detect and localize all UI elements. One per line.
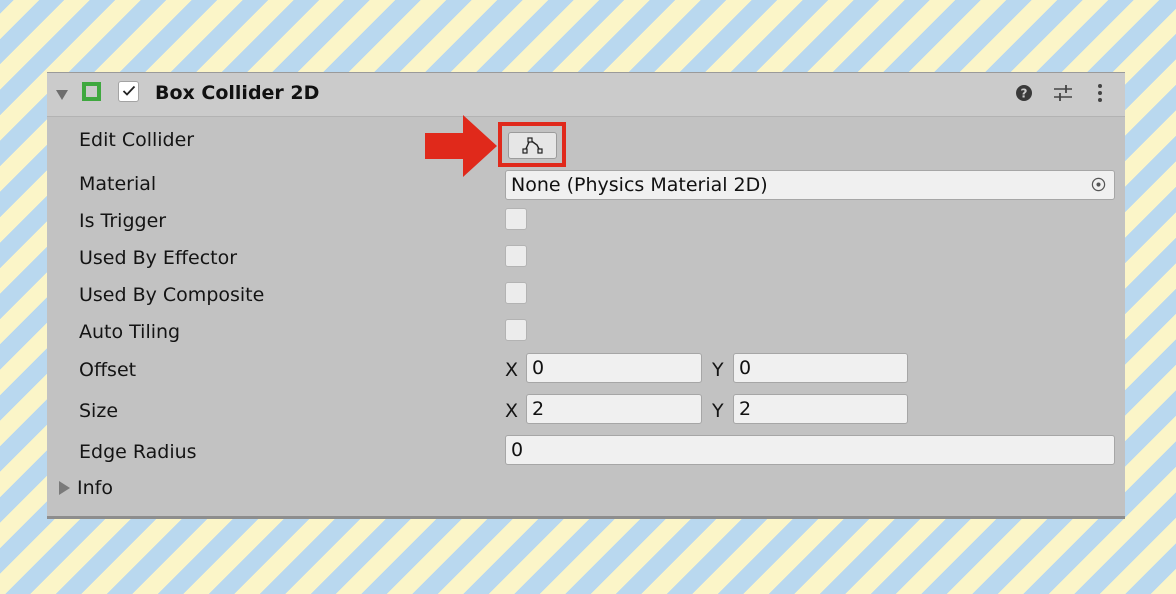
size-x-field[interactable]: 2 [526,394,702,424]
auto-tiling-checkbox[interactable] [505,319,527,341]
size-y-label: Y [712,400,724,422]
box-collider-2d-panel: Box Collider 2D ? Edit Collider Material… [47,72,1125,519]
used-by-composite-label: Used By Composite [79,284,265,306]
offset-y-value: 0 [739,357,752,379]
component-header[interactable]: Box Collider 2D ? [47,73,1125,117]
size-y-value: 2 [739,398,752,420]
edit-collider-icon [521,136,543,154]
offset-y-field[interactable]: 0 [733,353,908,383]
checkmark-icon [122,85,136,96]
info-foldout-arrow-icon[interactable] [59,481,70,495]
object-picker-icon[interactable] [1091,177,1106,192]
is-trigger-checkbox[interactable] [505,208,527,230]
edge-radius-value: 0 [511,439,524,461]
svg-text:?: ? [1021,87,1028,101]
presets-icon[interactable] [1053,83,1073,103]
component-enabled-checkbox[interactable] [118,81,139,102]
red-arrow-annotation [425,115,497,177]
edge-radius-label: Edge Radius [79,441,197,463]
used-by-effector-checkbox[interactable] [505,245,527,267]
is-trigger-label: Is Trigger [79,210,167,232]
menu-icon[interactable] [1090,83,1110,103]
size-x-label: X [505,400,519,422]
offset-label: Offset [79,359,137,381]
used-by-composite-checkbox[interactable] [505,282,527,304]
edge-radius-field[interactable]: 0 [505,435,1115,465]
size-label: Size [79,400,119,422]
offset-x-field[interactable]: 0 [526,353,702,383]
size-x-value: 2 [532,398,545,420]
edit-collider-label: Edit Collider [79,129,195,151]
component-title: Box Collider 2D [155,82,320,104]
help-icon[interactable]: ? [1014,83,1034,103]
edit-collider-button[interactable] [508,132,557,159]
auto-tiling-label: Auto Tiling [79,321,181,343]
material-value: None (Physics Material 2D) [511,174,768,196]
offset-x-value: 0 [532,357,545,379]
material-field[interactable]: None (Physics Material 2D) [505,170,1115,200]
size-y-field[interactable]: 2 [733,394,908,424]
offset-y-label: Y [712,359,724,381]
box-collider-2d-icon [82,82,101,101]
material-label: Material [79,173,157,195]
offset-x-label: X [505,359,519,381]
highlight-box [498,122,566,167]
foldout-arrow-icon[interactable] [56,90,68,100]
info-foldout-label[interactable]: Info [77,476,113,500]
used-by-effector-label: Used By Effector [79,247,238,269]
